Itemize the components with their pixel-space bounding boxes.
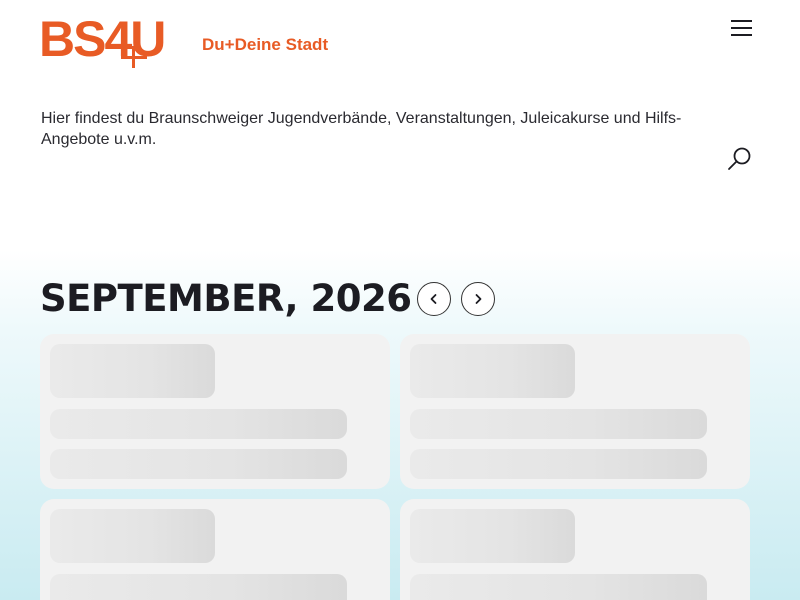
event-card-skeleton [400, 499, 750, 600]
event-card-skeleton [40, 334, 390, 489]
skeleton-title [50, 509, 215, 563]
skeleton-title [50, 344, 215, 398]
menu-line [731, 27, 752, 29]
event-card-skeleton [400, 334, 750, 489]
event-card-skeleton [40, 499, 390, 600]
brand-tagline: Du+Deine Stadt [202, 35, 329, 54]
skeleton-line [410, 409, 707, 439]
skeleton-line [50, 574, 347, 600]
menu-line [731, 20, 752, 22]
chevron-right-icon [475, 294, 482, 304]
menu-line [731, 34, 752, 36]
skeleton-title [410, 509, 575, 563]
search-icon[interactable] [727, 146, 753, 172]
brand-logo[interactable]: BS4U [39, 14, 166, 70]
next-month-button[interactable] [461, 282, 495, 316]
calendar-month-title: SEPTEMBER, 2026 [40, 277, 412, 320]
previous-month-button[interactable] [417, 282, 451, 316]
skeleton-title [410, 344, 575, 398]
intro-text: Hier findest du Braunschweiger Jugendver… [41, 110, 682, 148]
logo-cross-horizontal [121, 56, 147, 59]
hamburger-menu-icon[interactable] [731, 19, 753, 37]
skeleton-line [50, 409, 347, 439]
skeleton-line [410, 449, 707, 479]
skeleton-line [50, 449, 347, 479]
skeleton-line [410, 574, 707, 600]
chevron-left-icon [430, 294, 437, 304]
